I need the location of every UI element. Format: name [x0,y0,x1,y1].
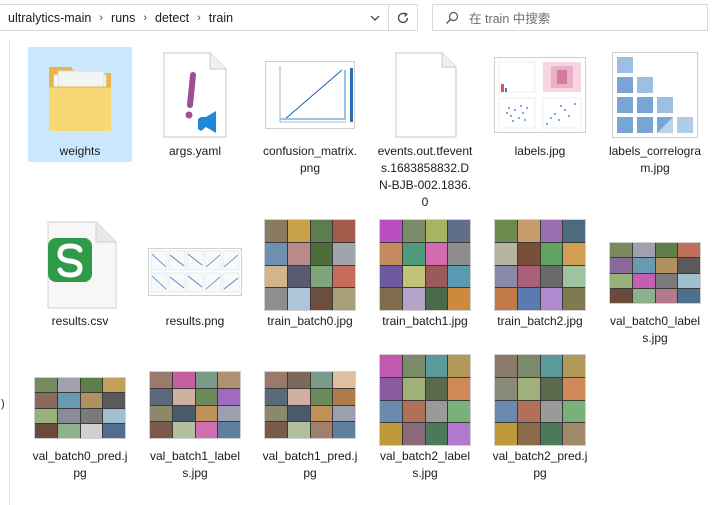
image-thumbnail [603,217,707,313]
file-name: train_batch1.jpg [382,314,468,328]
refresh-icon [397,11,409,23]
file-item-train-batch1[interactable]: train_batch1.jpg [373,217,477,332]
file-name: val_batch0_labels.jpg [609,314,701,345]
csv-file-icon [28,217,132,313]
breadcrumb: ultralytics-main › runs › detect › train [0,11,362,25]
chevron-right-icon[interactable]: › [93,12,109,24]
file-item-weights[interactable]: weights [28,47,132,162]
image-thumbnail [488,352,592,448]
results-plot-thumbnail [143,217,247,313]
file-item-events-tfevents[interactable]: events.out.tfevents.1683858832.DN-BJB-00… [373,47,477,213]
image-thumbnail [373,217,477,313]
breadcrumb-runs[interactable]: runs [109,11,137,25]
refresh-button[interactable] [389,4,418,31]
search-placeholder: 在 train 中搜索 [469,12,551,26]
file-name: results.png [165,314,225,328]
file-name: args.yaml [168,144,221,158]
folder-icon [28,47,132,143]
breadcrumb-ultralytics-main[interactable]: ultralytics-main [6,11,93,25]
file-item-results-png[interactable]: results.png [143,217,247,332]
file-name: labels.jpg [514,144,566,158]
chevron-down-icon[interactable] [362,5,388,30]
file-item-train-batch0[interactable]: train_batch0.jpg [258,217,362,332]
correlogram-thumbnail [603,47,707,143]
file-name: val_batch0_pred.jpg [32,449,128,480]
file-name: val_batch1_pred.jpg [262,449,358,480]
generic-file-icon [373,47,477,143]
file-item-val-batch1-labels[interactable]: val_batch1_labels.jpg [143,352,247,484]
file-name: events.out.tfevents.1683858832.DN-BJB-00… [377,144,473,209]
labels-plot-thumbnail [488,47,592,143]
file-name: val_batch2_pred.jpg [492,449,588,480]
confusion-matrix-thumbnail [258,47,362,143]
image-thumbnail [258,217,362,313]
file-name: train_batch2.jpg [497,314,583,328]
file-item-confusion-matrix[interactable]: confusion_matrix.png [258,47,362,179]
nav-pane-label: :) [0,398,5,410]
explorer-toolbar: ultralytics-main › runs › detect › train… [0,0,719,36]
file-name: val_batch2_labels.jpg [379,449,471,480]
image-thumbnail [143,352,247,448]
breadcrumb-detect[interactable]: detect [153,11,191,25]
search-box[interactable]: 在 train 中搜索 [432,4,708,31]
chevron-right-icon[interactable]: › [191,12,207,24]
file-item-results-csv[interactable]: results.csv [28,217,132,332]
file-item-val-batch2-labels[interactable]: val_batch2_labels.jpg [373,352,477,484]
file-name: confusion_matrix.png [262,144,358,175]
image-thumbnail [28,352,132,448]
file-name: labels_correlogram.jpg [608,144,702,175]
file-item-val-batch0-pred[interactable]: val_batch0_pred.jpg [28,352,132,484]
file-name: val_batch1_labels.jpg [149,449,241,480]
address-bar[interactable]: ultralytics-main › runs › detect › train [0,4,389,31]
image-thumbnail [373,352,477,448]
file-item-train-batch2[interactable]: train_batch2.jpg [488,217,592,332]
file-item-args-yaml[interactable]: args.yaml [143,47,247,162]
breadcrumb-train[interactable]: train [207,11,235,25]
file-name: weights [28,143,132,162]
yaml-file-icon [143,47,247,143]
image-thumbnail [258,352,362,448]
image-thumbnail [488,217,592,313]
file-name: results.csv [51,314,109,328]
file-item-labels-correlogram[interactable]: labels_correlogram.jpg [603,47,707,179]
navigation-pane-edge [0,40,10,505]
file-item-val-batch0-labels[interactable]: val_batch0_labels.jpg [603,217,707,349]
file-name: train_batch0.jpg [267,314,353,328]
file-item-val-batch2-pred[interactable]: val_batch2_pred.jpg [488,352,592,484]
search-icon [443,9,461,27]
file-item-val-batch1-pred[interactable]: val_batch1_pred.jpg [258,352,362,484]
file-item-labels-jpg[interactable]: labels.jpg [488,47,592,162]
chevron-right-icon[interactable]: › [137,12,153,24]
